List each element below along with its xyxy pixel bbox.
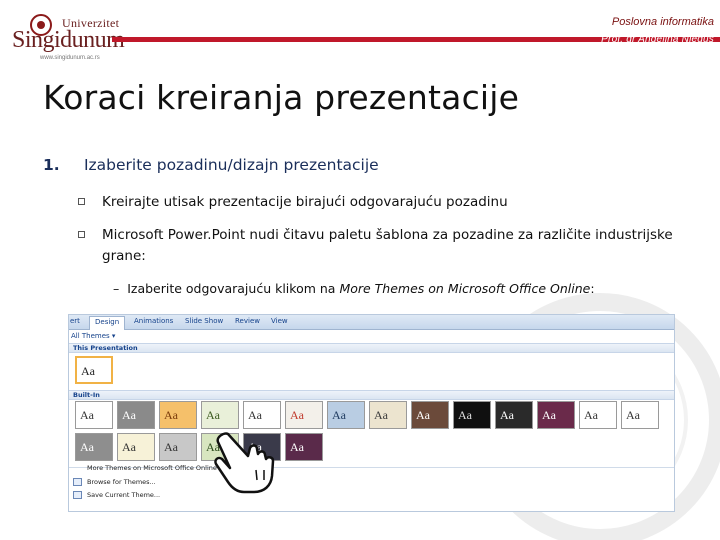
ribbon-tab-design[interactable]: Design [89,316,126,330]
theme-thumbnail[interactable]: Aa [285,401,323,429]
theme-thumbnail[interactable]: Aa [75,433,113,461]
theme-gallery-screenshot: ert Design Animations Slide Show Review … [68,314,675,512]
sub-bullet: – Izaberite odgovarajuću klikom na More … [113,281,595,296]
theme-thumbnail[interactable]: Aa [159,401,197,429]
theme-thumbnail[interactable]: Aa [495,401,533,429]
menu-item-label: Save Current Theme... [87,491,161,499]
current-theme-thumbnail[interactable]: Aa [75,356,113,384]
step-1: 1. Izaberite pozadinu/dizajn prezentacij… [43,156,379,174]
theme-thumbnail[interactable]: Aa [201,401,239,429]
theme-thumbnail[interactable]: Aa [621,401,659,429]
theme-thumbnail[interactable]: Aa [537,401,575,429]
bullet-item: Microsoft Power.Point nudi čitavu paletu… [78,225,678,267]
ribbon-tab-insert[interactable]: ert [70,317,80,325]
bullet-text: Microsoft Power.Point nudi čitavu paletu… [102,227,673,264]
bullet-item: Kreirajte utisak prezentacije birajući o… [78,192,638,213]
ribbon-bar: ert Design Animations Slide Show Review … [69,315,674,330]
theme-thumbnail[interactable]: Aa [285,433,323,461]
ribbon-tab-animations[interactable]: Animations [134,317,173,325]
theme-thumbnail[interactable]: Aa [453,401,491,429]
ribbon-tab-slide-show[interactable]: Slide Show [185,317,223,325]
step-number: 1. [43,156,60,174]
sub-bullet-suffix: : [590,281,595,296]
theme-thumbnail[interactable]: Aa [579,401,617,429]
step-text: Izaberite pozadinu/dizajn prezentacije [83,156,379,174]
theme-thumbnail[interactable]: Aa [327,401,365,429]
slide-title: Koraci kreiranja prezentacije [43,78,520,117]
menu-item-label: Browse for Themes... [87,478,156,486]
more-themes-online-item[interactable]: More Themes on Microsoft Office Online [73,464,217,472]
logo-url: www.singidunum.ac.rs [40,55,100,61]
theme-thumbnail[interactable]: Aa [369,401,407,429]
logo-name: Singidunum [12,27,125,53]
save-theme-item[interactable]: Save Current Theme... [73,491,160,499]
section-this-presentation: This Presentation [69,343,674,353]
folder-icon [73,478,82,486]
all-themes-dropdown[interactable]: All Themes ▾ [71,332,115,340]
theme-thumbnail[interactable]: Aa [243,401,281,429]
theme-thumbnail[interactable]: Aa [159,433,197,461]
sub-bullet-italic: More Themes on Microsoft Office Online [339,281,591,296]
section-built-in: Built-In [69,390,674,400]
theme-thumbnail[interactable]: Aa [117,433,155,461]
menu-item-label: More Themes on Microsoft Office Online [87,464,217,472]
save-icon [73,491,82,499]
ribbon-tab-review[interactable]: Review [235,317,260,325]
theme-thumbnail[interactable]: Aa [411,401,449,429]
university-logo: Univerzitet Singidunum www.singidunum.ac… [10,14,125,61]
bullet-text: Kreirajte utisak prezentacije birajući o… [102,194,508,210]
square-bullet-icon [78,231,85,238]
square-bullet-icon [78,198,85,205]
ribbon-tab-view[interactable]: View [271,317,288,325]
browse-themes-item[interactable]: Browse for Themes... [73,478,156,486]
author-name: Prof. dr Angelina Njeguš [601,34,714,45]
hand-pointer-icon [214,432,275,494]
dash-marker: – [113,281,120,296]
theme-thumbnail[interactable]: Aa [75,401,113,429]
theme-thumbnail[interactable]: Aa [117,401,155,429]
sub-bullet-prefix: Izaberite odgovarajuću klikom na [127,281,340,296]
course-name: Poslovna informatika [611,16,714,28]
